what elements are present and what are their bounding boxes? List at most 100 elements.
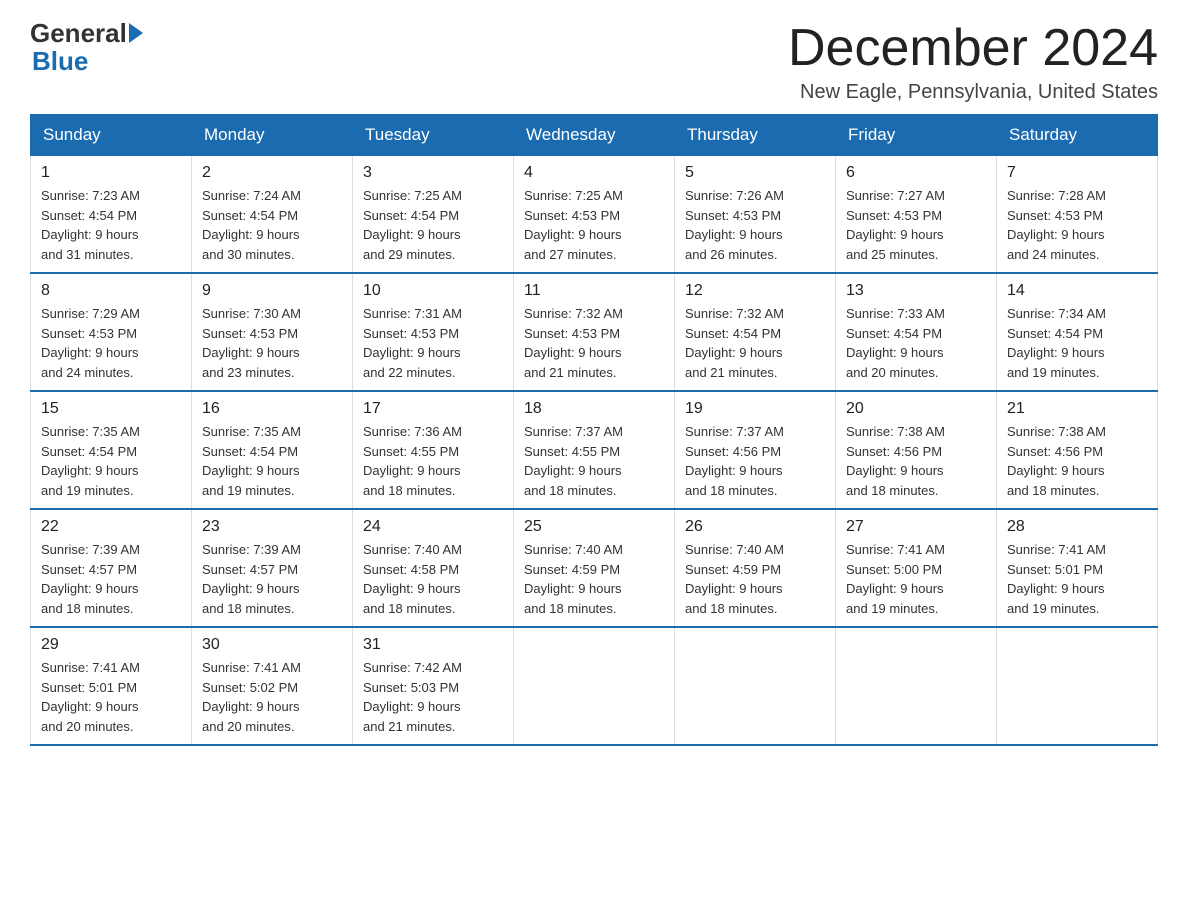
calendar-cell-week2-day4: 11 Sunrise: 7:32 AMSunset: 4:53 PMDaylig…	[514, 273, 675, 391]
calendar-cell-week3-day4: 18 Sunrise: 7:37 AMSunset: 4:55 PMDaylig…	[514, 391, 675, 509]
week-row-3: 15 Sunrise: 7:35 AMSunset: 4:54 PMDaylig…	[31, 391, 1158, 509]
day-info: Sunrise: 7:25 AMSunset: 4:53 PMDaylight:…	[524, 188, 623, 262]
calendar-cell-week1-day5: 5 Sunrise: 7:26 AMSunset: 4:53 PMDayligh…	[675, 156, 836, 274]
week-row-2: 8 Sunrise: 7:29 AMSunset: 4:53 PMDayligh…	[31, 273, 1158, 391]
calendar-cell-week3-day5: 19 Sunrise: 7:37 AMSunset: 4:56 PMDaylig…	[675, 391, 836, 509]
day-info: Sunrise: 7:25 AMSunset: 4:54 PMDaylight:…	[363, 188, 462, 262]
day-info: Sunrise: 7:41 AMSunset: 5:02 PMDaylight:…	[202, 660, 301, 734]
day-info: Sunrise: 7:30 AMSunset: 4:53 PMDaylight:…	[202, 306, 301, 380]
calendar-cell-week5-day2: 30 Sunrise: 7:41 AMSunset: 5:02 PMDaylig…	[192, 627, 353, 745]
calendar-cell-week2-day6: 13 Sunrise: 7:33 AMSunset: 4:54 PMDaylig…	[836, 273, 997, 391]
calendar-cell-week2-day2: 9 Sunrise: 7:30 AMSunset: 4:53 PMDayligh…	[192, 273, 353, 391]
calendar-cell-week4-day6: 27 Sunrise: 7:41 AMSunset: 5:00 PMDaylig…	[836, 509, 997, 627]
day-number: 4	[524, 164, 664, 182]
day-info: Sunrise: 7:28 AMSunset: 4:53 PMDaylight:…	[1007, 188, 1106, 262]
day-info: Sunrise: 7:39 AMSunset: 4:57 PMDaylight:…	[41, 542, 140, 616]
calendar-table: SundayMondayTuesdayWednesdayThursdayFrid…	[30, 114, 1158, 746]
day-info: Sunrise: 7:35 AMSunset: 4:54 PMDaylight:…	[41, 424, 140, 498]
calendar-cell-week3-day2: 16 Sunrise: 7:35 AMSunset: 4:54 PMDaylig…	[192, 391, 353, 509]
day-number: 26	[685, 518, 825, 536]
day-number: 29	[41, 636, 181, 654]
calendar-cell-week2-day7: 14 Sunrise: 7:34 AMSunset: 4:54 PMDaylig…	[997, 273, 1158, 391]
calendar-cell-week3-day3: 17 Sunrise: 7:36 AMSunset: 4:55 PMDaylig…	[353, 391, 514, 509]
day-number: 8	[41, 282, 181, 300]
calendar-cell-week5-day7	[997, 627, 1158, 745]
day-number: 2	[202, 164, 342, 182]
calendar-cell-week1-day2: 2 Sunrise: 7:24 AMSunset: 4:54 PMDayligh…	[192, 156, 353, 274]
logo-blue-text: Blue	[32, 46, 88, 76]
calendar-cell-week1-day3: 3 Sunrise: 7:25 AMSunset: 4:54 PMDayligh…	[353, 156, 514, 274]
day-number: 19	[685, 400, 825, 418]
day-number: 22	[41, 518, 181, 536]
logo-general-text: General	[30, 20, 127, 46]
week-row-5: 29 Sunrise: 7:41 AMSunset: 5:01 PMDaylig…	[31, 627, 1158, 745]
day-number: 15	[41, 400, 181, 418]
day-info: Sunrise: 7:31 AMSunset: 4:53 PMDaylight:…	[363, 306, 462, 380]
day-info: Sunrise: 7:32 AMSunset: 4:54 PMDaylight:…	[685, 306, 784, 380]
day-number: 5	[685, 164, 825, 182]
calendar-cell-week4-day2: 23 Sunrise: 7:39 AMSunset: 4:57 PMDaylig…	[192, 509, 353, 627]
calendar-cell-week3-day1: 15 Sunrise: 7:35 AMSunset: 4:54 PMDaylig…	[31, 391, 192, 509]
day-info: Sunrise: 7:33 AMSunset: 4:54 PMDaylight:…	[846, 306, 945, 380]
day-info: Sunrise: 7:38 AMSunset: 4:56 PMDaylight:…	[846, 424, 945, 498]
calendar-body: 1 Sunrise: 7:23 AMSunset: 4:54 PMDayligh…	[31, 156, 1158, 746]
day-number: 25	[524, 518, 664, 536]
calendar-cell-week4-day5: 26 Sunrise: 7:40 AMSunset: 4:59 PMDaylig…	[675, 509, 836, 627]
day-number: 12	[685, 282, 825, 300]
day-number: 3	[363, 164, 503, 182]
calendar-cell-week1-day1: 1 Sunrise: 7:23 AMSunset: 4:54 PMDayligh…	[31, 156, 192, 274]
day-number: 17	[363, 400, 503, 418]
week-row-1: 1 Sunrise: 7:23 AMSunset: 4:54 PMDayligh…	[31, 156, 1158, 274]
day-info: Sunrise: 7:40 AMSunset: 4:59 PMDaylight:…	[685, 542, 784, 616]
day-info: Sunrise: 7:37 AMSunset: 4:55 PMDaylight:…	[524, 424, 623, 498]
day-info: Sunrise: 7:40 AMSunset: 4:59 PMDaylight:…	[524, 542, 623, 616]
day-info: Sunrise: 7:24 AMSunset: 4:54 PMDaylight:…	[202, 188, 301, 262]
calendar-cell-week5-day1: 29 Sunrise: 7:41 AMSunset: 5:01 PMDaylig…	[31, 627, 192, 745]
day-number: 9	[202, 282, 342, 300]
title-section: December 2024 New Eagle, Pennsylvania, U…	[788, 20, 1158, 104]
day-number: 20	[846, 400, 986, 418]
calendar-cell-week4-day3: 24 Sunrise: 7:40 AMSunset: 4:58 PMDaylig…	[353, 509, 514, 627]
day-info: Sunrise: 7:40 AMSunset: 4:58 PMDaylight:…	[363, 542, 462, 616]
calendar-cell-week2-day1: 8 Sunrise: 7:29 AMSunset: 4:53 PMDayligh…	[31, 273, 192, 391]
day-number: 27	[846, 518, 986, 536]
day-info: Sunrise: 7:26 AMSunset: 4:53 PMDaylight:…	[685, 188, 784, 262]
calendar-cell-week3-day7: 21 Sunrise: 7:38 AMSunset: 4:56 PMDaylig…	[997, 391, 1158, 509]
day-info: Sunrise: 7:41 AMSunset: 5:01 PMDaylight:…	[41, 660, 140, 734]
week-row-4: 22 Sunrise: 7:39 AMSunset: 4:57 PMDaylig…	[31, 509, 1158, 627]
day-number: 1	[41, 164, 181, 182]
calendar-cell-week3-day6: 20 Sunrise: 7:38 AMSunset: 4:56 PMDaylig…	[836, 391, 997, 509]
calendar-cell-week5-day5	[675, 627, 836, 745]
day-number: 13	[846, 282, 986, 300]
logo: General Blue	[30, 20, 145, 77]
day-info: Sunrise: 7:23 AMSunset: 4:54 PMDaylight:…	[41, 188, 140, 262]
day-number: 23	[202, 518, 342, 536]
day-info: Sunrise: 7:36 AMSunset: 4:55 PMDaylight:…	[363, 424, 462, 498]
day-info: Sunrise: 7:32 AMSunset: 4:53 PMDaylight:…	[524, 306, 623, 380]
day-number: 24	[363, 518, 503, 536]
day-number: 7	[1007, 164, 1147, 182]
weekday-header-wednesday: Wednesday	[514, 115, 675, 156]
weekday-header-saturday: Saturday	[997, 115, 1158, 156]
calendar-cell-week5-day3: 31 Sunrise: 7:42 AMSunset: 5:03 PMDaylig…	[353, 627, 514, 745]
day-info: Sunrise: 7:41 AMSunset: 5:00 PMDaylight:…	[846, 542, 945, 616]
day-number: 14	[1007, 282, 1147, 300]
location-text: New Eagle, Pennsylvania, United States	[788, 81, 1158, 104]
calendar-cell-week1-day4: 4 Sunrise: 7:25 AMSunset: 4:53 PMDayligh…	[514, 156, 675, 274]
day-number: 30	[202, 636, 342, 654]
weekday-header-sunday: Sunday	[31, 115, 192, 156]
calendar-cell-week1-day7: 7 Sunrise: 7:28 AMSunset: 4:53 PMDayligh…	[997, 156, 1158, 274]
day-number: 16	[202, 400, 342, 418]
day-info: Sunrise: 7:35 AMSunset: 4:54 PMDaylight:…	[202, 424, 301, 498]
day-info: Sunrise: 7:34 AMSunset: 4:54 PMDaylight:…	[1007, 306, 1106, 380]
day-number: 18	[524, 400, 664, 418]
page-header: General Blue December 2024 New Eagle, Pe…	[30, 20, 1158, 104]
day-number: 31	[363, 636, 503, 654]
calendar-cell-week4-day7: 28 Sunrise: 7:41 AMSunset: 5:01 PMDaylig…	[997, 509, 1158, 627]
day-number: 6	[846, 164, 986, 182]
calendar-cell-week5-day4	[514, 627, 675, 745]
day-info: Sunrise: 7:42 AMSunset: 5:03 PMDaylight:…	[363, 660, 462, 734]
day-info: Sunrise: 7:37 AMSunset: 4:56 PMDaylight:…	[685, 424, 784, 498]
weekday-header-row: SundayMondayTuesdayWednesdayThursdayFrid…	[31, 115, 1158, 156]
calendar-cell-week5-day6	[836, 627, 997, 745]
